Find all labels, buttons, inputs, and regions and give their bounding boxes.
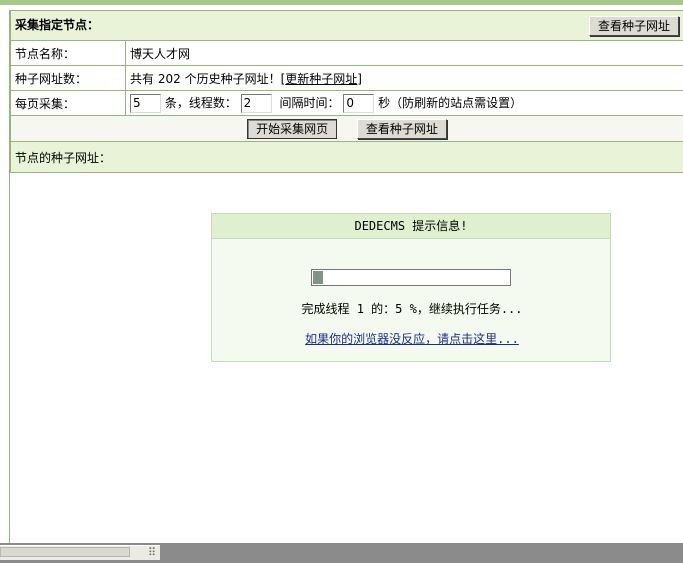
update-seed-urls-link[interactable]: 更新种子网址 — [285, 72, 357, 86]
collect-node-form: 采集指定节点： 查看种子网址 节点名称： 博天人才网 种子网址数： 共有 202… — [10, 10, 683, 173]
node-name-row: 节点名称： 博天人才网 — [10, 40, 683, 66]
node-name-label: 节点名称： — [10, 40, 126, 66]
seed-count-prefix: 共有 — [130, 71, 155, 86]
seed-urls-section-title: 节点的种子网址： — [10, 141, 683, 173]
browser-no-response-link[interactable]: 如果你的浏览器没反应，请点击这里... — [212, 330, 612, 347]
scrollbar-thumb[interactable] — [0, 547, 130, 557]
resize-grip-icon[interactable]: ⠿ — [148, 546, 156, 559]
form-header-row: 采集指定节点： 查看种子网址 — [10, 10, 683, 41]
message-box-title: DEDECMS 提示信息! — [212, 214, 610, 239]
seed-urls-header-row: 节点的种子网址： — [10, 141, 683, 173]
dedecms-message-box: DEDECMS 提示信息! 完成线程 1 的：5 %，继续执行任务... 如果你… — [211, 213, 611, 362]
thread-count-input[interactable] — [240, 93, 272, 113]
per-page-input[interactable] — [130, 93, 161, 113]
top-accent-strip — [0, 0, 683, 5]
main-frame: 采集指定节点： 查看种子网址 节点名称： 博天人才网 种子网址数： 共有 202… — [9, 10, 683, 543]
seed-count-row: 种子网址数： 共有 202 个历史种子网址！[更新种子网址] — [10, 65, 683, 91]
per-page-unit: 条，线程数： — [164, 95, 237, 110]
node-name-value: 博天人才网 — [125, 40, 683, 66]
link-bracket-close: ] — [357, 71, 362, 86]
progress-bar-fill — [313, 271, 323, 284]
seed-count-label: 种子网址数： — [10, 65, 126, 91]
seed-count-suffix: 个历史种子网址！ — [184, 71, 281, 86]
start-collect-button[interactable]: 开始采集网页 — [247, 118, 338, 139]
action-buttons-row: 开始采集网页 查看种子网址 — [10, 115, 683, 142]
view-seed-urls-top-button[interactable]: 查看种子网址 — [588, 15, 679, 36]
interval-label: 间隔时间： — [279, 95, 340, 110]
seed-count-number: 202 — [157, 71, 181, 86]
progress-status-text: 完成线程 1 的：5 %，继续执行任务... — [301, 302, 523, 316]
horizontal-scrollbar[interactable]: ⠿ — [0, 545, 160, 560]
view-seed-urls-button[interactable]: 查看种子网址 — [356, 118, 447, 139]
progress-bar — [311, 269, 511, 286]
per-page-row: 每页采集： 条，线程数： 间隔时间： 秒（防刷新的站点需设置） — [10, 90, 683, 116]
page-title: 采集指定节点： — [15, 17, 100, 32]
interval-unit: 秒（防刷新的站点需设置） — [378, 95, 523, 110]
per-page-label: 每页采集： — [10, 90, 126, 116]
interval-input[interactable] — [343, 93, 375, 113]
